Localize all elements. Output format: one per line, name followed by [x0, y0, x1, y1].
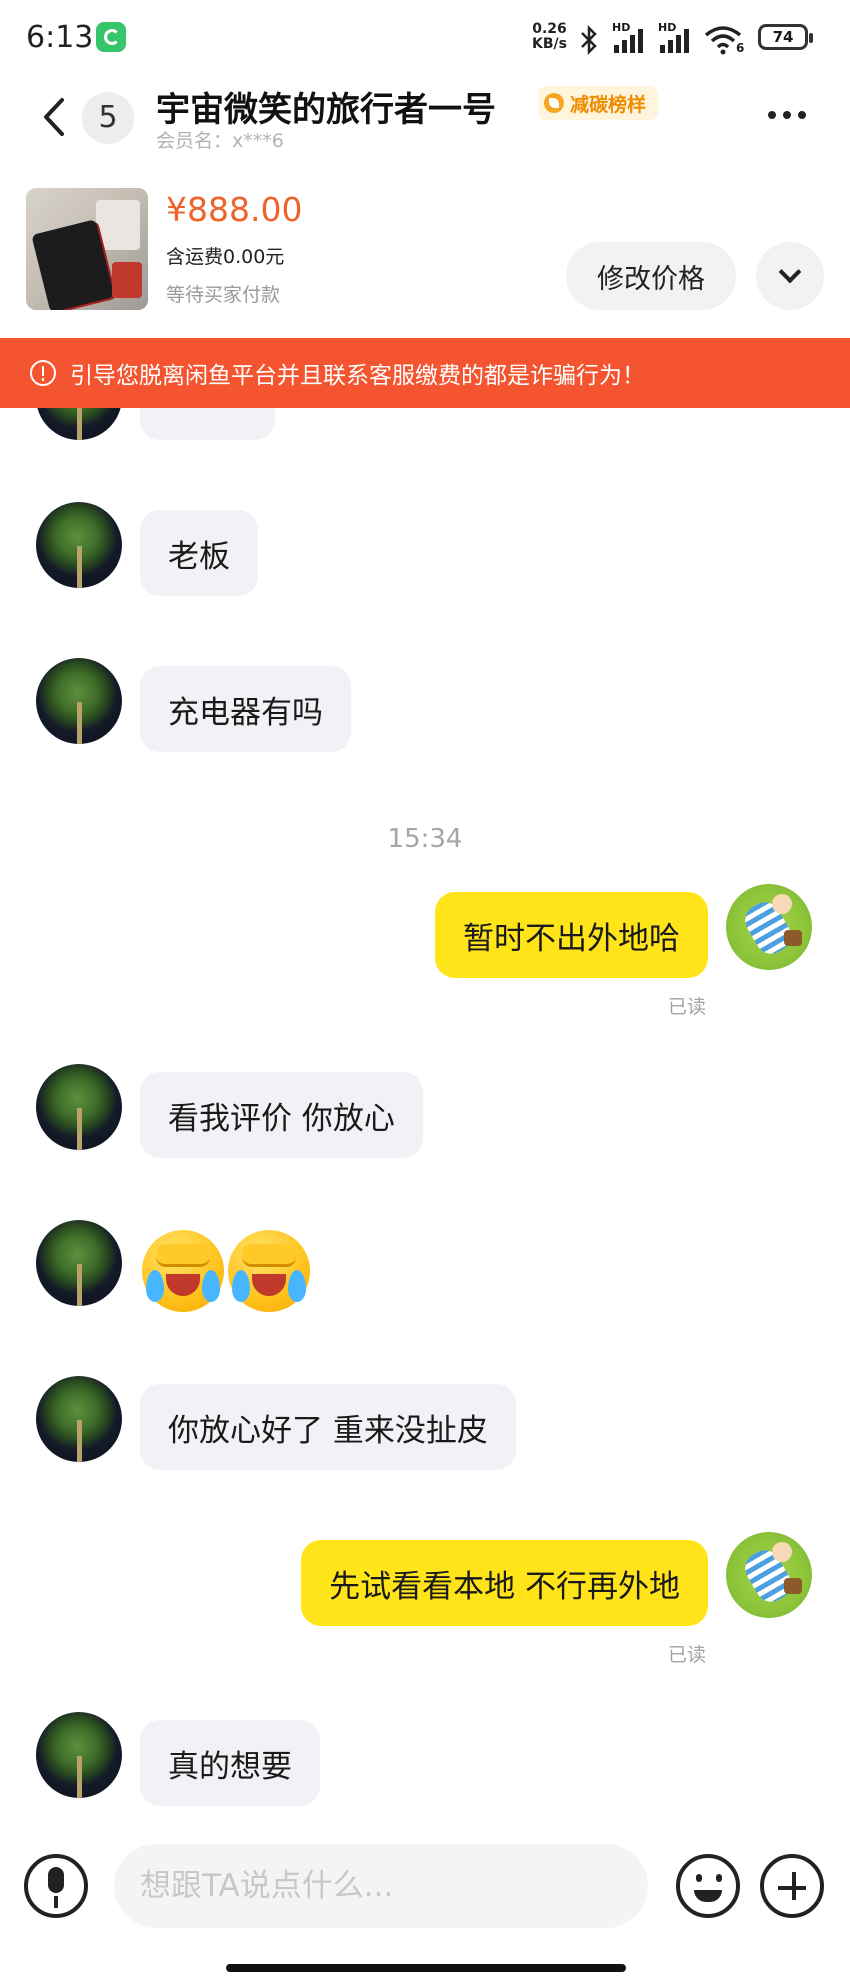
message-input-bar — [0, 1820, 850, 1983]
product-price: ¥888.00 — [166, 190, 303, 229]
alert-circle-icon — [30, 360, 56, 386]
carbon-badge-label: 减碳榜样 — [570, 93, 647, 116]
bluetooth-icon — [581, 25, 597, 55]
member-name: 会员名：x***6 — [156, 130, 284, 152]
smiley-icon[interactable] — [676, 1854, 740, 1918]
signal-icon-1: HD — [612, 21, 646, 55]
battery-icon: 74 — [758, 24, 813, 50]
incoming-message[interactable]: Hello — [140, 408, 275, 440]
network-speed-unit: KB/s — [532, 36, 567, 52]
home-indicator[interactable] — [226, 1964, 626, 1972]
incoming-message[interactable]: 看我评价 你放心 — [140, 1072, 423, 1158]
chat-title: 宇宙微笑的旅行者一号 — [156, 90, 496, 130]
my-avatar[interactable] — [726, 1532, 812, 1618]
outgoing-message[interactable]: 暂时不出外地哈 — [435, 892, 708, 978]
signal-icon-2: HD — [658, 21, 692, 55]
status-icons: HD HD 6 — [578, 21, 744, 58]
status-bar: 6:13 0.26 KB/s HD HD 6 74 — [0, 0, 850, 80]
message-input[interactable] — [114, 1844, 648, 1928]
plus-circle-icon[interactable] — [760, 1854, 824, 1918]
crying-emoji-sticker[interactable] — [228, 1230, 310, 1312]
seller-avatar[interactable] — [36, 408, 122, 440]
chat-messages[interactable]: Hello 老板 充电器有吗 15:34 暂时不出外地哈 已读 看我评价 你放心… — [0, 408, 850, 1820]
my-avatar[interactable] — [726, 884, 812, 970]
back-button[interactable] — [34, 92, 74, 142]
edit-price-button[interactable]: 修改价格 — [566, 242, 736, 310]
read-receipt: 已读 — [668, 1644, 707, 1666]
incoming-message[interactable]: 充电器有吗 — [140, 666, 351, 752]
fraud-warning-banner: 引导您脱离闲鱼平台并且联系客服缴费的都是诈骗行为！ — [0, 338, 850, 408]
seller-avatar[interactable] — [36, 1064, 122, 1150]
unread-count-badge[interactable]: 5 — [82, 92, 134, 144]
network-speed-value: 0.26 — [532, 21, 567, 37]
carbon-badge[interactable]: 减碳榜样 — [538, 86, 659, 120]
more-button[interactable] — [768, 100, 824, 130]
shipping-info: 含运费0.00元 — [166, 246, 285, 268]
seller-avatar[interactable] — [36, 1220, 122, 1306]
read-receipt: 已读 — [668, 996, 707, 1018]
incoming-message[interactable]: 真的想要 — [140, 1720, 320, 1806]
chevron-left-icon — [44, 98, 64, 136]
wifi-icon: 6 — [704, 25, 744, 55]
seller-avatar[interactable] — [36, 1376, 122, 1462]
incoming-message[interactable]: 你放心好了 重来没扯皮 — [140, 1384, 516, 1470]
seller-avatar[interactable] — [36, 502, 122, 588]
microphone-icon[interactable] — [24, 1854, 88, 1918]
outgoing-message[interactable]: 先试看看本地 不行再外地 — [301, 1540, 708, 1626]
status-time: 6:13 — [26, 20, 94, 55]
order-status: 等待买家付款 — [166, 284, 281, 306]
battery-level: 74 — [772, 28, 794, 46]
crying-emoji-sticker[interactable] — [142, 1230, 224, 1312]
seller-avatar[interactable] — [36, 658, 122, 744]
product-thumbnail[interactable] — [26, 188, 148, 310]
incoming-message[interactable]: 老板 — [140, 510, 258, 596]
seller-avatar[interactable] — [36, 1712, 122, 1798]
time-separator: 15:34 — [387, 824, 463, 854]
network-speed: 0.26 KB/s — [532, 22, 567, 52]
app-notification-icon — [96, 22, 126, 52]
wifi-label: 6 — [736, 41, 745, 55]
leaf-icon — [544, 93, 564, 113]
fraud-warning-text: 引导您脱离闲鱼平台并且联系客服缴费的都是诈骗行为！ — [70, 363, 645, 389]
chevron-down-icon[interactable] — [756, 242, 824, 310]
more-dots-icon — [768, 111, 776, 119]
